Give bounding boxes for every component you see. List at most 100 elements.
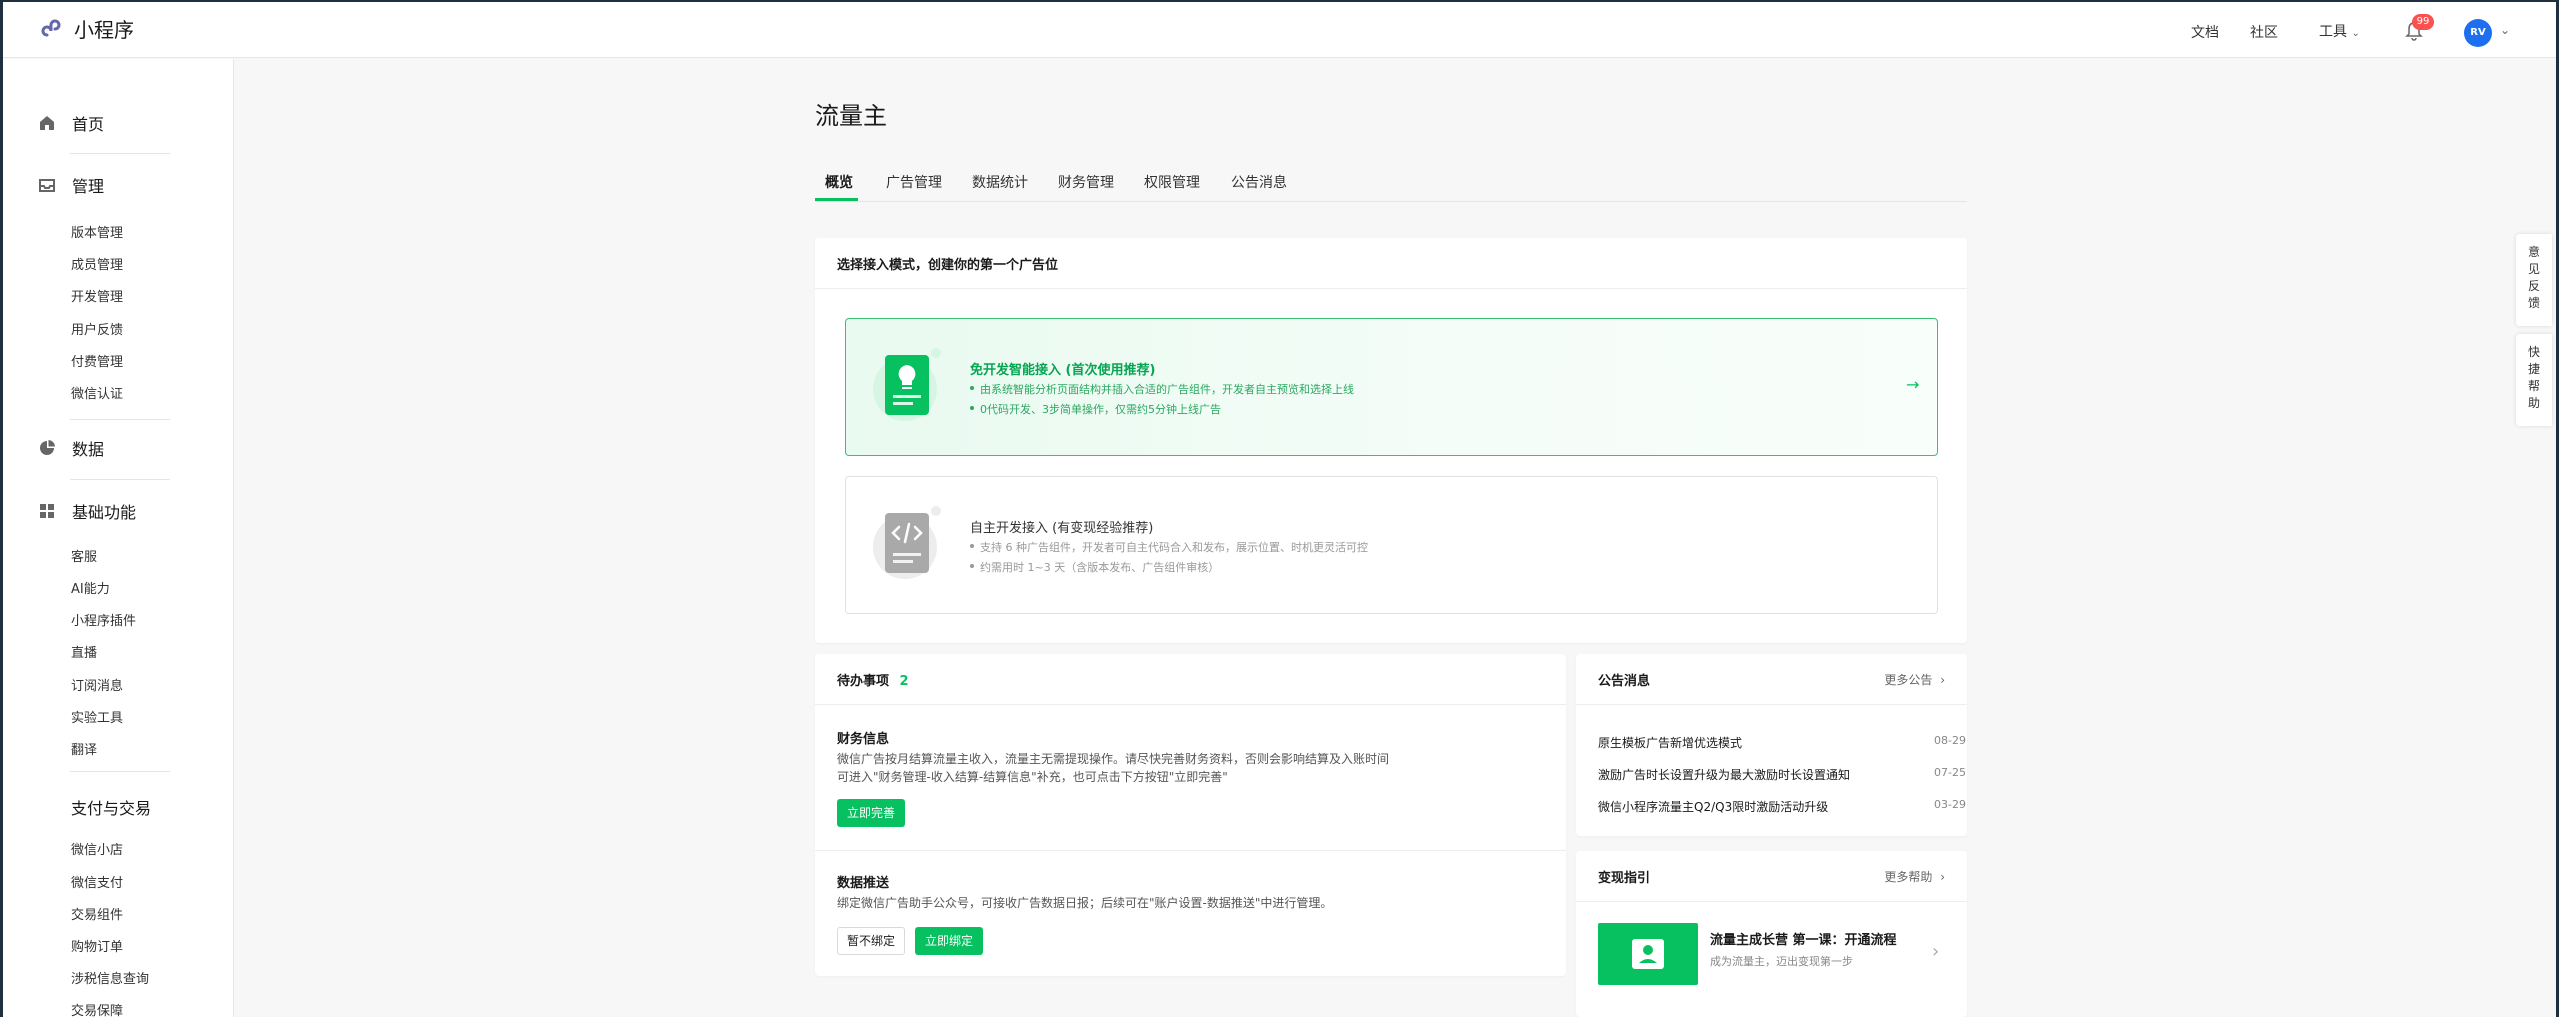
- active-tab-indicator: [815, 198, 858, 201]
- chevron-down-icon[interactable]: ⌄: [2500, 23, 2510, 37]
- manual-access-point: 支持 6 种广告组件，开发者可自主代码合入和发布，展示位置、时机更灵活可控: [970, 541, 1368, 554]
- course-item[interactable]: 流量主成长营 第一课：开通流程 成为流量主，迈出变现第一步 ›: [1598, 923, 1948, 985]
- smart-access-title: 免开发智能接入 (首次使用推荐): [970, 363, 1156, 378]
- sidebar-item-wxpay[interactable]: 微信支付: [71, 872, 123, 891]
- sidebar-item-service[interactable]: 客服: [71, 546, 97, 565]
- course-title: 流量主成长营 第一课：开通流程: [1710, 933, 1897, 948]
- chevron-right-icon: ›: [1940, 870, 1945, 884]
- sidebar: 首页 管理 版本管理 成员管理 开发管理 用户反馈 付费管理 微信认证 数据 基…: [0, 59, 234, 1017]
- tab-overview[interactable]: 概览: [825, 172, 853, 192]
- divider: [815, 850, 1566, 851]
- announcement-item[interactable]: 激励广告时长设置升级为最大激励时长设置通知 07-25: [1598, 766, 1966, 783]
- sidebar-group-manage[interactable]: 管理: [38, 173, 104, 197]
- tools-menu[interactable]: 工具 ⌄: [2319, 21, 2360, 41]
- announcement-date: 03-29: [1934, 798, 1966, 811]
- chevron-right-icon: ›: [1940, 673, 1945, 687]
- sidebar-item-payment-manage[interactable]: 付费管理: [71, 351, 123, 370]
- announcement-item[interactable]: 原生模板广告新增优选模式 08-29: [1598, 734, 1966, 751]
- announcement-card: 公告消息 更多公告 › 原生模板广告新增优选模式 08-29 激励广告时长设置升…: [1576, 654, 1967, 836]
- sidebar-item-label: 首页: [72, 115, 105, 134]
- sidebar-item-data[interactable]: 数据: [38, 436, 104, 460]
- card-title: 选择接入模式，创建你的第一个广告位: [837, 258, 1059, 273]
- sidebar-item-version[interactable]: 版本管理: [71, 222, 123, 241]
- finance-desc: 微信广告按月结算流量主收入，流量主无需提现操作。请尽快完善财务资料，否则会影响结…: [837, 752, 1390, 766]
- push-section-title: 数据推送: [837, 876, 890, 891]
- sidebar-item-shop[interactable]: 微信小店: [71, 839, 123, 858]
- finance-section-title: 财务信息: [837, 732, 890, 747]
- sidebar-item-ai[interactable]: AI能力: [71, 578, 110, 597]
- card-title: 待办事项 2: [837, 670, 909, 689]
- smart-access-option[interactable]: 免开发智能接入 (首次使用推荐) 由系统智能分析页面结构并插入合适的广告组件，开…: [845, 318, 1938, 456]
- access-mode-card: 选择接入模式，创建你的第一个广告位 免开发智能接入 (首次使用推荐) 由系统智能…: [815, 238, 1967, 643]
- todo-count: 2: [899, 674, 909, 689]
- course-subtitle: 成为流量主，迈出变现第一步: [1710, 955, 1853, 968]
- sidebar-group-payment[interactable]: 支付与交易: [71, 795, 151, 819]
- tab-statistics[interactable]: 数据统计: [972, 172, 1028, 192]
- feedback-float-button[interactable]: 意见反馈: [2516, 234, 2552, 326]
- top-bar: 小程序 文档 社区 工具 ⌄ 99 RV ⌄: [0, 0, 2559, 58]
- chevron-down-icon: ⌄: [2351, 28, 2360, 39]
- page-title: 流量主: [815, 102, 887, 130]
- tab-bar: 概览 广告管理 数据统计 财务管理 权限管理 公告消息: [815, 160, 1967, 202]
- sidebar-group-basic[interactable]: 基础功能: [38, 499, 136, 523]
- announcement-date: 08-29: [1934, 734, 1966, 747]
- more-help-link[interactable]: 更多帮助 ›: [1884, 868, 1945, 885]
- sidebar-item-orders[interactable]: 购物订单: [71, 936, 123, 955]
- sidebar-item-wechat-auth[interactable]: 微信认证: [71, 383, 123, 402]
- more-announcements-link[interactable]: 更多公告 ›: [1884, 671, 1945, 688]
- announcement-text: 激励广告时长设置升级为最大激励时长设置通知: [1598, 768, 1851, 782]
- sidebar-group-label: 管理: [72, 177, 105, 196]
- course-thumbnail: [1598, 923, 1698, 985]
- divider: [1576, 704, 1967, 705]
- bind-now-button[interactable]: 立即绑定: [915, 927, 984, 955]
- docs-link[interactable]: 文档: [2191, 22, 2219, 42]
- smart-access-point: 0代码开发、3步简单操作，仅需约5分钟上线广告: [970, 403, 1221, 416]
- divider: [815, 704, 1566, 705]
- announcement-item[interactable]: 微信小程序流量主Q2/Q3限时激励活动升级 03-29: [1598, 798, 1966, 815]
- tab-permission[interactable]: 权限管理: [1144, 172, 1200, 192]
- sidebar-item-dev[interactable]: 开发管理: [71, 286, 123, 305]
- tab-ad-manage[interactable]: 广告管理: [886, 172, 942, 192]
- push-desc: 绑定微信广告助手公众号，可接收广告数据日报；后续可在"账户设置-数据推送"中进行…: [837, 896, 1333, 910]
- complete-finance-button[interactable]: 立即完善: [837, 799, 906, 827]
- card-title: 公告消息: [1598, 674, 1651, 689]
- help-float-button[interactable]: 快捷帮助: [2516, 334, 2552, 426]
- feedback-label: 意见反馈: [2527, 245, 2540, 310]
- inbox-icon: [39, 179, 55, 192]
- user-card-icon: [1632, 939, 1664, 969]
- sidebar-item-translate[interactable]: 翻译: [71, 739, 97, 758]
- sidebar-item-trade-component[interactable]: 交易组件: [71, 904, 123, 923]
- miniprogram-logo-icon: [41, 19, 61, 36]
- manual-access-option[interactable]: 自主开发接入 (有变现经验推荐) 支持 6 种广告组件，开发者可自主代码合入和发…: [845, 476, 1938, 614]
- finance-desc: 可进入"财务管理-收入结算-结算信息"补充，也可点击下方按钮"立即完善": [837, 770, 1228, 784]
- manual-access-point: 约需用时 1~3 天（含版本发布、广告组件审核）: [969, 561, 1220, 574]
- brand-name: 小程序: [74, 18, 134, 42]
- community-link[interactable]: 社区: [2250, 22, 2278, 42]
- manual-access-title: 自主开发接入 (有变现经验推荐): [970, 521, 1154, 536]
- tab-announcement[interactable]: 公告消息: [1231, 172, 1287, 192]
- brand[interactable]: 小程序: [38, 14, 134, 43]
- sidebar-item-live[interactable]: 直播: [71, 642, 97, 661]
- sidebar-item-subscribe[interactable]: 订阅消息: [71, 675, 123, 694]
- sidebar-item-members[interactable]: 成员管理: [71, 254, 123, 273]
- sidebar-item-plugin[interactable]: 小程序插件: [71, 610, 136, 629]
- avatar[interactable]: RV: [2464, 19, 2492, 47]
- sidebar-item-experiment[interactable]: 实验工具: [71, 707, 123, 726]
- sidebar-item-guarantee[interactable]: 交易保障: [71, 1000, 123, 1017]
- sidebar-item-tax[interactable]: 涉税信息查询: [71, 968, 149, 987]
- sidebar-group-label: 支付与交易: [71, 799, 152, 818]
- skip-bind-button[interactable]: 暂不绑定: [837, 927, 906, 955]
- smart-access-point: 由系统智能分析页面结构并插入合适的广告组件，开发者自主预览和选择上线: [970, 383, 1354, 396]
- tools-label: 工具: [2319, 24, 2347, 40]
- todo-title: 待办事项: [837, 674, 890, 689]
- tab-finance[interactable]: 财务管理: [1058, 172, 1114, 192]
- code-icon: [872, 503, 942, 583]
- divider: [70, 479, 170, 480]
- announcement-date: 07-25: [1934, 766, 1966, 779]
- sidebar-item-feedback[interactable]: 用户反馈: [71, 319, 123, 338]
- grid-icon: [40, 504, 54, 518]
- sidebar-item-home[interactable]: 首页: [38, 111, 104, 135]
- card-title: 变现指引: [1598, 871, 1651, 886]
- divider: [70, 153, 170, 154]
- more-label: 更多公告: [1884, 673, 1933, 687]
